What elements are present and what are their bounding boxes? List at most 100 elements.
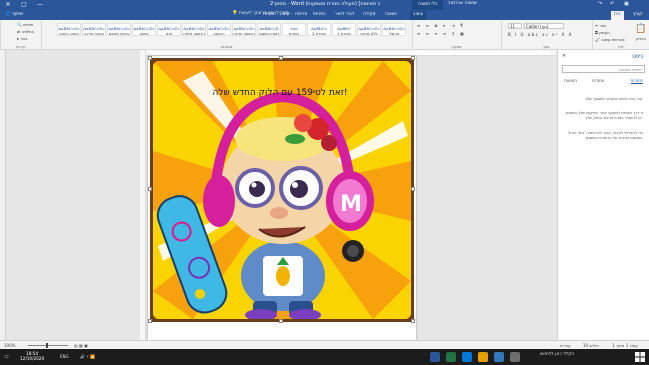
keyboard-language[interactable]: ENG bbox=[60, 354, 69, 359]
font-group: Calibri (גוף) 11 B I U abc x₂ x² A A גופ… bbox=[501, 20, 591, 50]
paragraph-controls-row1[interactable]: ≡ ≡ ≣ ⇤ ⇥ ¶ bbox=[417, 23, 465, 28]
tab-picture-format[interactable]: עיצוב bbox=[410, 11, 427, 20]
style-option[interactable]: AaBbCcDc הפניה עדינה bbox=[82, 23, 106, 36]
style-option[interactable]: AaBbCcDc ציטוט מודגש bbox=[107, 23, 131, 36]
vertical-ruler[interactable] bbox=[140, 50, 146, 340]
style-option[interactable]: AaBbCc כותרת 2 bbox=[307, 23, 331, 36]
cartoon-character-illustration: M bbox=[153, 61, 411, 319]
paragraph-controls-row2[interactable]: ≡ ≡ ≡ ≡ ↕ ▦ bbox=[417, 31, 466, 36]
language-status[interactable]: עברית bbox=[560, 343, 571, 348]
style-name: הפניה עדינה bbox=[83, 31, 105, 36]
styles-group: AaBbCcDc נורמלי AaBbCcDc ללא מרווח AaBbC כותר… bbox=[41, 20, 411, 50]
style-option[interactable]: AaBbCcDc הפניה חזקה bbox=[57, 23, 81, 36]
tab-layout[interactable]: פריסה bbox=[292, 11, 310, 20]
select-button[interactable]: ▸ בחר bbox=[17, 36, 27, 41]
resize-handle-top-left[interactable] bbox=[148, 56, 152, 60]
edge-browser-icon[interactable] bbox=[494, 352, 504, 362]
left-scroll-area bbox=[0, 50, 6, 340]
style-option[interactable]: AaBbCcDc ציטוט bbox=[132, 23, 156, 36]
paste-label: הדבק bbox=[636, 36, 646, 41]
font-group-label: גופן bbox=[543, 44, 550, 49]
tab-headings[interactable]: כותרות bbox=[630, 78, 643, 84]
maximize-window-button[interactable]: ▢ bbox=[16, 0, 32, 10]
replace-label: החלפה bbox=[21, 29, 35, 34]
close-window-button[interactable]: ✕ bbox=[0, 0, 16, 10]
word-count[interactable]: 10 מילים bbox=[583, 343, 599, 348]
style-option[interactable]: AaBbCcDc הדגשה bbox=[207, 23, 231, 36]
notifications-icon[interactable]: 🗨 bbox=[4, 354, 9, 359]
view-buttons[interactable]: ▤ ▦ ▣ bbox=[74, 343, 88, 348]
cut-button[interactable]: ✂ גזור bbox=[595, 23, 606, 28]
style-option[interactable]: AaBbCcDc הדגשה חזקה bbox=[182, 23, 206, 36]
style-option[interactable]: AaBbC כותרת 1 bbox=[332, 23, 356, 36]
excel-app-icon[interactable] bbox=[446, 352, 456, 362]
style-option[interactable]: אבגד כותרת bbox=[282, 23, 306, 36]
navigation-hint-1: צור ניווט אינטראקטיבי למסמך שלך. bbox=[584, 96, 643, 101]
page-number[interactable]: עמוד 1 מתוך 1 bbox=[612, 343, 638, 348]
tab-mailings[interactable]: דברי דואר bbox=[332, 11, 357, 20]
tab-references[interactable]: הפניות bbox=[310, 11, 329, 20]
task-view-icon[interactable] bbox=[510, 352, 520, 362]
undo-icon[interactable]: ↶ bbox=[610, 1, 614, 7]
paste-icon[interactable]: 📋 bbox=[635, 24, 646, 34]
document-page[interactable]: M זאת לטי159 עם הלוק החדש שלה! bbox=[148, 56, 416, 340]
select-label: בחר bbox=[20, 36, 28, 41]
replace-button[interactable]: ⇄ החלפה bbox=[17, 29, 34, 34]
system-clock[interactable]: 18:54 12/10/2020 bbox=[20, 351, 44, 361]
navigation-pane-title: ניווט bbox=[632, 53, 643, 60]
tab-view[interactable]: תצוגה bbox=[382, 11, 400, 20]
windows-start-icon[interactable] bbox=[635, 352, 645, 362]
font-size-select[interactable]: 11 bbox=[508, 23, 522, 29]
tab-results[interactable]: תוצאות bbox=[564, 78, 577, 83]
font-name-select[interactable]: Calibri (גוף) bbox=[524, 23, 564, 29]
tab-file[interactable]: קובץ bbox=[630, 11, 645, 20]
system-tray-icons[interactable]: 🔊 ⚡ 📶 bbox=[80, 354, 95, 359]
find-button[interactable]: 🔍 חיפוש bbox=[17, 22, 33, 27]
window-title: מסמך2 - Word (פעולה חסרת משמעות) [מצב תא… bbox=[270, 1, 380, 7]
character-picture[interactable]: M bbox=[153, 61, 411, 319]
copy-button[interactable]: ⧉ העתק bbox=[595, 30, 610, 35]
zoom-slider-thumb[interactable] bbox=[46, 343, 48, 348]
file-explorer-icon[interactable] bbox=[478, 352, 488, 362]
user-name[interactable]: שושנה אברמוב bbox=[448, 1, 477, 6]
resize-handle-top-right[interactable] bbox=[411, 56, 415, 60]
cut-label: גזור bbox=[599, 23, 607, 28]
font-format-controls[interactable]: B I U abc x₂ x² A A bbox=[508, 32, 573, 37]
style-option[interactable]: AaBbCcD כותרת משנה bbox=[257, 23, 281, 36]
navigation-hint-2: זו דרך מצוינת למעקב אחר המיקום שלך במסמך… bbox=[565, 110, 643, 120]
resize-handle-top[interactable] bbox=[279, 56, 283, 60]
close-icon[interactable]: ✕ bbox=[562, 53, 566, 59]
style-option[interactable]: AaBbCcDc הדגשה עדינה bbox=[232, 23, 256, 36]
tab-review[interactable]: סקירה bbox=[360, 11, 379, 20]
share-button[interactable]: 👤 שיתוף bbox=[2, 11, 26, 20]
clock-date: 12/10/2020 bbox=[20, 356, 45, 361]
tab-pages[interactable]: עמודים bbox=[592, 78, 605, 83]
style-option[interactable]: AaBbCcDc חזק bbox=[157, 23, 181, 36]
styles-group-label: סגנונות bbox=[220, 44, 233, 49]
resize-handle-bottom-right[interactable] bbox=[411, 319, 415, 323]
redo-icon[interactable]: ↷ bbox=[598, 1, 602, 7]
zoom-slider[interactable] bbox=[28, 345, 68, 346]
word-app-icon[interactable] bbox=[430, 352, 440, 362]
resize-handle-right[interactable] bbox=[411, 187, 415, 191]
save-icon[interactable]: ▣ bbox=[624, 1, 629, 7]
tab-insert[interactable]: הוספה bbox=[260, 11, 279, 20]
style-option[interactable]: AaBbCcDc נורמלי bbox=[382, 23, 406, 36]
zoom-level[interactable]: 100% bbox=[4, 343, 15, 348]
style-name: הדגשה חזקה bbox=[183, 31, 205, 36]
tab-home[interactable]: בית bbox=[611, 11, 624, 20]
document-caption[interactable]: זאת לטי159 עם הלוק החדש שלה! bbox=[180, 88, 380, 98]
style-name: נורמלי bbox=[388, 31, 400, 36]
resize-handle-bottom[interactable] bbox=[279, 319, 283, 323]
picture-frame[interactable]: M זאת לטי159 עם הלוק החדש שלה! bbox=[150, 58, 414, 322]
resize-handle-bottom-left[interactable] bbox=[148, 319, 152, 323]
format-painter-button[interactable]: 🖌 מברשת עיצוב bbox=[595, 37, 625, 42]
navigation-search-input[interactable]: חיפוש במסמך bbox=[562, 65, 645, 73]
style-option[interactable]: AaBbCcDc ללא מרווח bbox=[357, 23, 381, 36]
style-name: ללא מרווח bbox=[360, 31, 378, 36]
resize-handle-left[interactable] bbox=[148, 187, 152, 191]
editing-group-label: עריכה bbox=[15, 44, 26, 49]
taskbar-search[interactable]: הקלד כאן לחיפוש bbox=[540, 352, 574, 357]
minimize-window-button[interactable]: — bbox=[32, 0, 48, 10]
mail-app-icon[interactable] bbox=[462, 352, 472, 362]
